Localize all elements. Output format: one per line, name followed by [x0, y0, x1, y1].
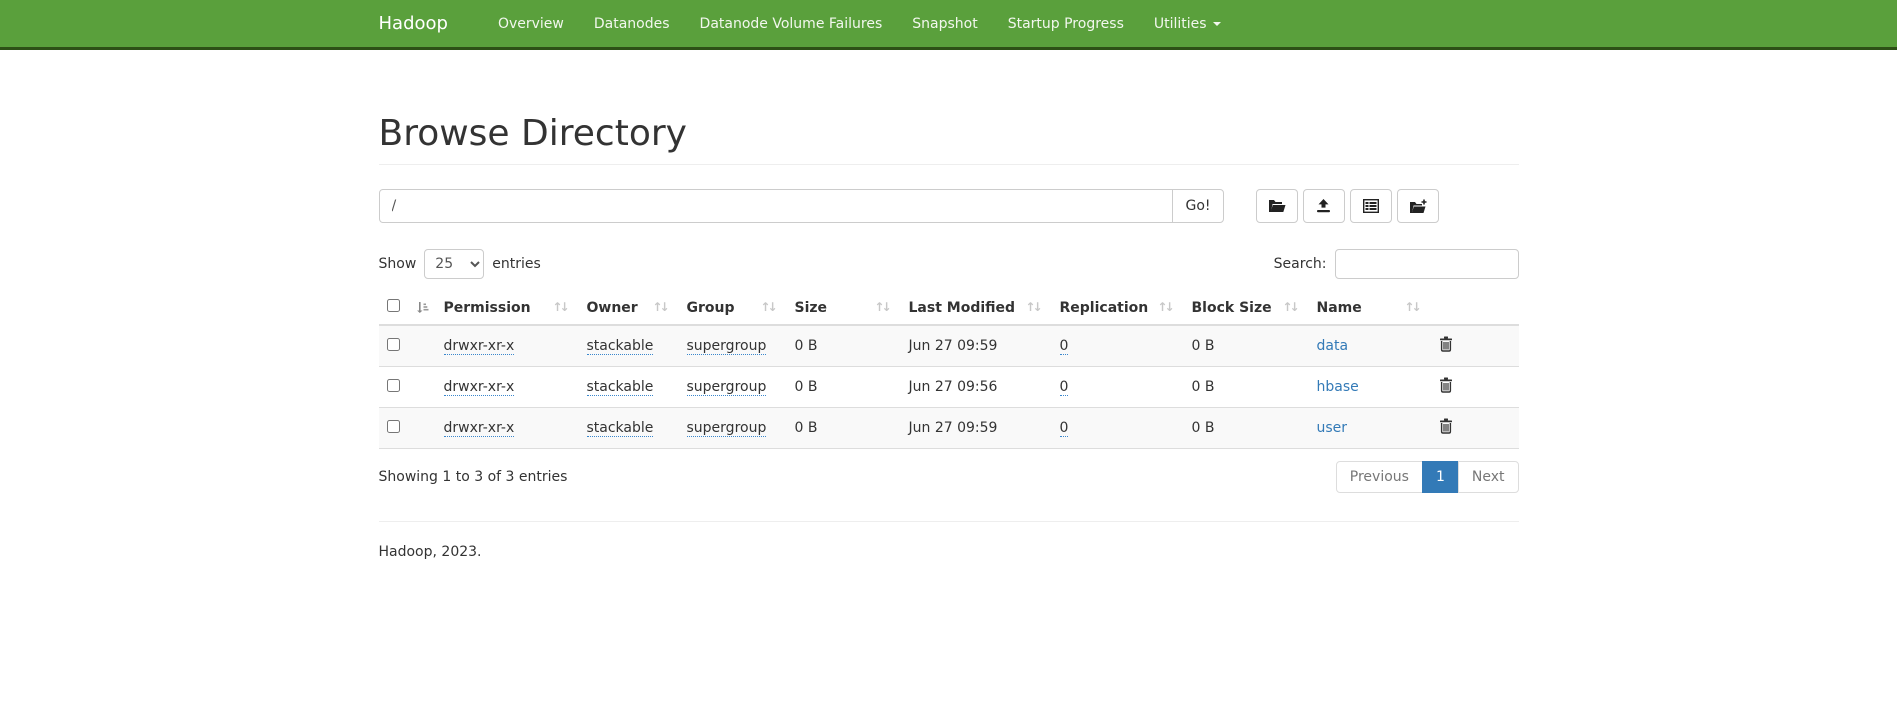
footer-divider — [379, 521, 1519, 522]
sort-arrows-icon: ↑↓ — [1025, 300, 1043, 314]
file-action-buttons — [1256, 189, 1439, 223]
caret-down-icon — [1213, 22, 1221, 26]
top-navbar: Hadoop Overview Datanodes Datanode Volum… — [0, 0, 1897, 50]
permission-cell[interactable]: drwxr-xr-x — [444, 379, 515, 396]
pagination-previous[interactable]: Previous — [1336, 461, 1423, 493]
directory-name-link[interactable]: hbase — [1317, 379, 1359, 395]
modified-cell: Jun 27 09:59 — [901, 408, 1052, 449]
table-header-row: Permission↑↓ Owner↑↓ Group↑↓ Size↑↓ Last… — [379, 291, 1519, 325]
modified-cell: Jun 27 09:56 — [901, 367, 1052, 408]
nav-utilities-dropdown[interactable]: Utilities — [1139, 0, 1236, 47]
nav-datanode-volume-failures[interactable]: Datanode Volume Failures — [685, 0, 898, 47]
brand-hadoop[interactable]: Hadoop — [379, 13, 463, 34]
pagination: Previous 1 Next — [1336, 461, 1519, 493]
replication-cell[interactable]: 0 — [1060, 420, 1069, 437]
main-nav: Overview Datanodes Datanode Volume Failu… — [483, 0, 1236, 47]
row-checkbox[interactable] — [387, 379, 400, 392]
header-actions — [1431, 291, 1519, 325]
site-footer-text: Hadoop, 2023. — [379, 544, 1519, 560]
list-icon — [1363, 199, 1379, 213]
table-row: drwxr-xr-x stackable supergroup 0 B Jun … — [379, 325, 1519, 367]
header-name[interactable]: Name↑↓ — [1309, 291, 1431, 325]
header-permission[interactable]: Permission↑↓ — [436, 291, 579, 325]
go-button[interactable]: Go! — [1172, 189, 1223, 223]
sort-arrows-icon: ↑↓ — [874, 300, 892, 314]
replication-cell[interactable]: 0 — [1060, 338, 1069, 355]
open-folder-button[interactable] — [1256, 189, 1298, 223]
page-header: Browse Directory — [379, 114, 1519, 165]
group-cell[interactable]: supergroup — [687, 379, 767, 396]
table-info: Showing 1 to 3 of 3 entries — [379, 469, 568, 485]
view-list-button[interactable] — [1350, 189, 1392, 223]
table-search-control: Search: — [1274, 249, 1519, 279]
group-cell[interactable]: supergroup — [687, 338, 767, 355]
page-length-control: Show 25 entries — [379, 249, 541, 279]
folder-new-icon — [1409, 199, 1427, 214]
pagination-next[interactable]: Next — [1458, 461, 1519, 493]
show-label: Show — [379, 256, 417, 272]
group-cell[interactable]: supergroup — [687, 420, 767, 437]
row-checkbox[interactable] — [387, 420, 400, 433]
upload-icon — [1315, 199, 1332, 213]
select-all-header — [379, 291, 436, 325]
permission-cell[interactable]: drwxr-xr-x — [444, 338, 515, 355]
header-last-modified[interactable]: Last Modified↑↓ — [901, 291, 1052, 325]
sort-arrows-icon: ↑↓ — [760, 300, 778, 314]
sort-arrows-icon: ↑↓ — [1157, 300, 1175, 314]
sort-active-icon — [404, 300, 429, 316]
sort-arrows-icon: ↑↓ — [552, 300, 570, 314]
header-size[interactable]: Size↑↓ — [787, 291, 901, 325]
directory-name-link[interactable]: data — [1317, 338, 1349, 354]
delete-icon[interactable] — [1439, 418, 1453, 438]
upload-file-button[interactable] — [1303, 189, 1345, 223]
table-search-input[interactable] — [1335, 249, 1519, 279]
table-row: drwxr-xr-x stackable supergroup 0 B Jun … — [379, 408, 1519, 449]
size-cell: 0 B — [787, 325, 901, 367]
modified-cell: Jun 27 09:59 — [901, 325, 1052, 367]
create-directory-button[interactable] — [1397, 189, 1439, 223]
header-group[interactable]: Group↑↓ — [679, 291, 787, 325]
page-title: Browse Directory — [379, 114, 1519, 154]
page-size-select[interactable]: 25 — [424, 249, 484, 279]
owner-cell[interactable]: stackable — [587, 379, 654, 396]
nav-startup-progress[interactable]: Startup Progress — [993, 0, 1139, 47]
replication-cell[interactable]: 0 — [1060, 379, 1069, 396]
directory-name-link[interactable]: user — [1317, 420, 1348, 436]
folder-open-icon — [1268, 199, 1286, 213]
nav-datanodes[interactable]: Datanodes — [579, 0, 685, 47]
permission-cell[interactable]: drwxr-xr-x — [444, 420, 515, 437]
block-size-cell: 0 B — [1184, 408, 1309, 449]
search-label: Search: — [1274, 256, 1327, 272]
pagination-page-1[interactable]: 1 — [1422, 461, 1459, 493]
delete-icon[interactable] — [1439, 377, 1453, 397]
owner-cell[interactable]: stackable — [587, 420, 654, 437]
table-row: drwxr-xr-x stackable supergroup 0 B Jun … — [379, 367, 1519, 408]
directory-listing-table: Permission↑↓ Owner↑↓ Group↑↓ Size↑↓ Last… — [379, 291, 1519, 449]
owner-cell[interactable]: stackable — [587, 338, 654, 355]
block-size-cell: 0 B — [1184, 325, 1309, 367]
nav-snapshot[interactable]: Snapshot — [897, 0, 992, 47]
directory-input-group: Go! — [379, 189, 1224, 223]
size-cell: 0 B — [787, 367, 901, 408]
entries-label: entries — [492, 256, 541, 272]
directory-path-input[interactable] — [379, 189, 1174, 223]
sort-arrows-icon: ↑↓ — [652, 300, 670, 314]
sort-arrows-icon: ↑↓ — [1404, 300, 1422, 314]
select-all-checkbox[interactable] — [387, 299, 400, 312]
header-owner[interactable]: Owner↑↓ — [579, 291, 679, 325]
row-checkbox[interactable] — [387, 338, 400, 351]
header-replication[interactable]: Replication↑↓ — [1052, 291, 1184, 325]
block-size-cell: 0 B — [1184, 367, 1309, 408]
nav-overview[interactable]: Overview — [483, 0, 579, 47]
sort-arrows-icon: ↑↓ — [1282, 300, 1300, 314]
header-block-size[interactable]: Block Size↑↓ — [1184, 291, 1309, 325]
delete-icon[interactable] — [1439, 336, 1453, 356]
size-cell: 0 B — [787, 408, 901, 449]
